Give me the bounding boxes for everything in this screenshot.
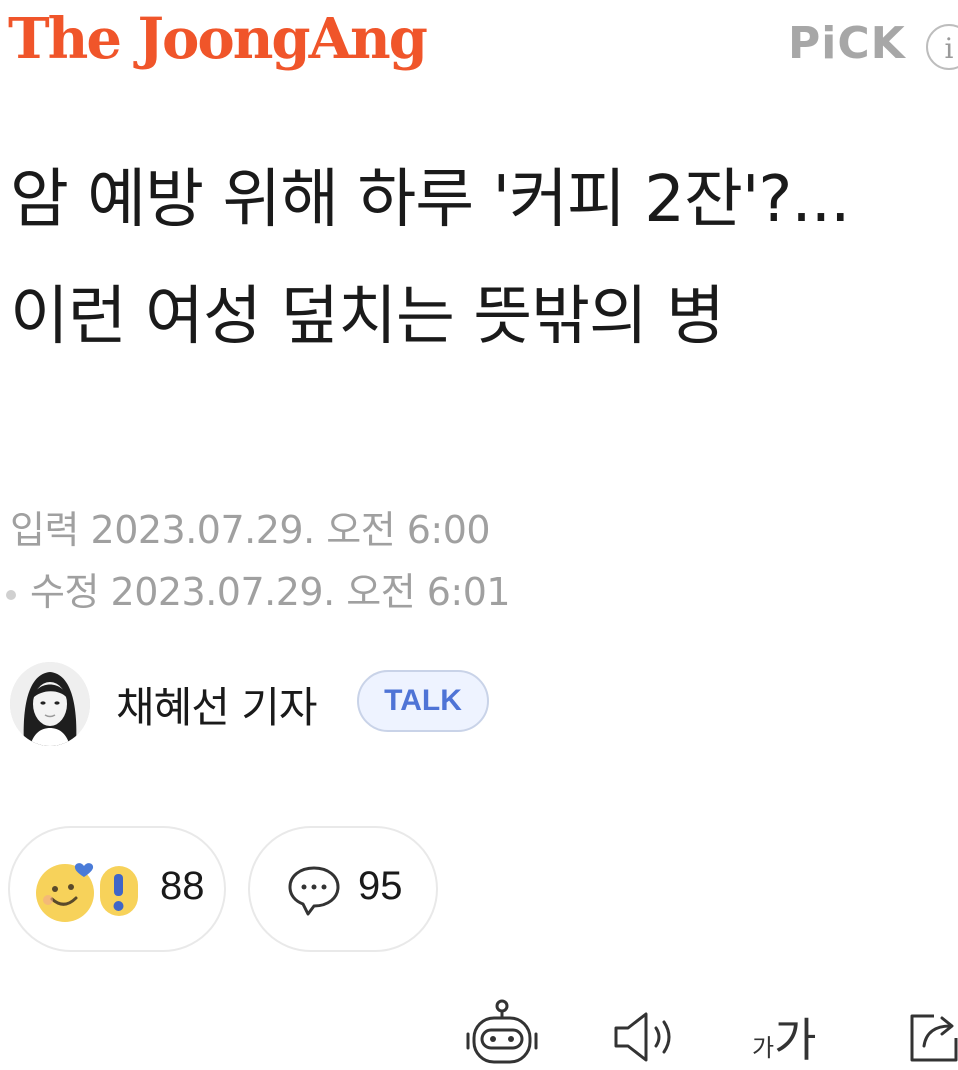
smile-reaction-icon — [34, 858, 100, 928]
info-icon[interactable]: i — [926, 24, 958, 70]
reporter-name[interactable]: 채혜선 기자 — [116, 674, 318, 735]
modified-date: 2023.07.29. 오전 6:01 — [110, 570, 511, 614]
comment-count: 95 — [358, 864, 403, 908]
bullet-dot — [6, 589, 16, 600]
article-toolbar: 가가 — [0, 990, 958, 1068]
speaker-icon[interactable] — [608, 1010, 684, 1068]
input-label: 입력 — [10, 508, 79, 552]
modified-label: 수정 — [30, 570, 99, 614]
pick-badge[interactable]: PiCK — [788, 18, 906, 69]
article-headline: 암 예방 위해 하루 '커피 2잔'?...이런 여성 덮치는 뜻밖의 병 — [10, 163, 850, 354]
font-size-icon[interactable]: 가가 — [752, 1004, 816, 1070]
top-bar: The JoongAng PiCK i — [0, 0, 958, 95]
press-logo[interactable]: The JoongAng — [8, 6, 428, 72]
talk-button[interactable]: TALK — [357, 670, 489, 732]
font-size-large: 가 — [774, 1013, 817, 1067]
comment-button[interactable]: 95 — [248, 826, 438, 952]
reaction-count: 88 — [160, 864, 205, 908]
font-size-small: 가 — [752, 1034, 775, 1062]
input-date: 2023.07.29. 오전 6:00 — [90, 508, 491, 552]
share-icon[interactable] — [904, 1008, 958, 1068]
robot-summary-icon[interactable] — [462, 998, 542, 1068]
comment-bubble-icon — [286, 862, 342, 922]
reaction-button[interactable]: 88 — [8, 826, 226, 952]
surprise-reaction-icon — [96, 860, 146, 926]
reporter-avatar[interactable] — [10, 662, 90, 746]
modified-date-line: 수정 2023.07.29. 오전 6:01 — [6, 567, 511, 629]
article-dates: 입력 2023.07.29. 오전 6:00 수정 2023.07.29. 오전… — [6, 505, 511, 629]
input-date-line: 입력 2023.07.29. 오전 6:00 — [10, 505, 510, 567]
